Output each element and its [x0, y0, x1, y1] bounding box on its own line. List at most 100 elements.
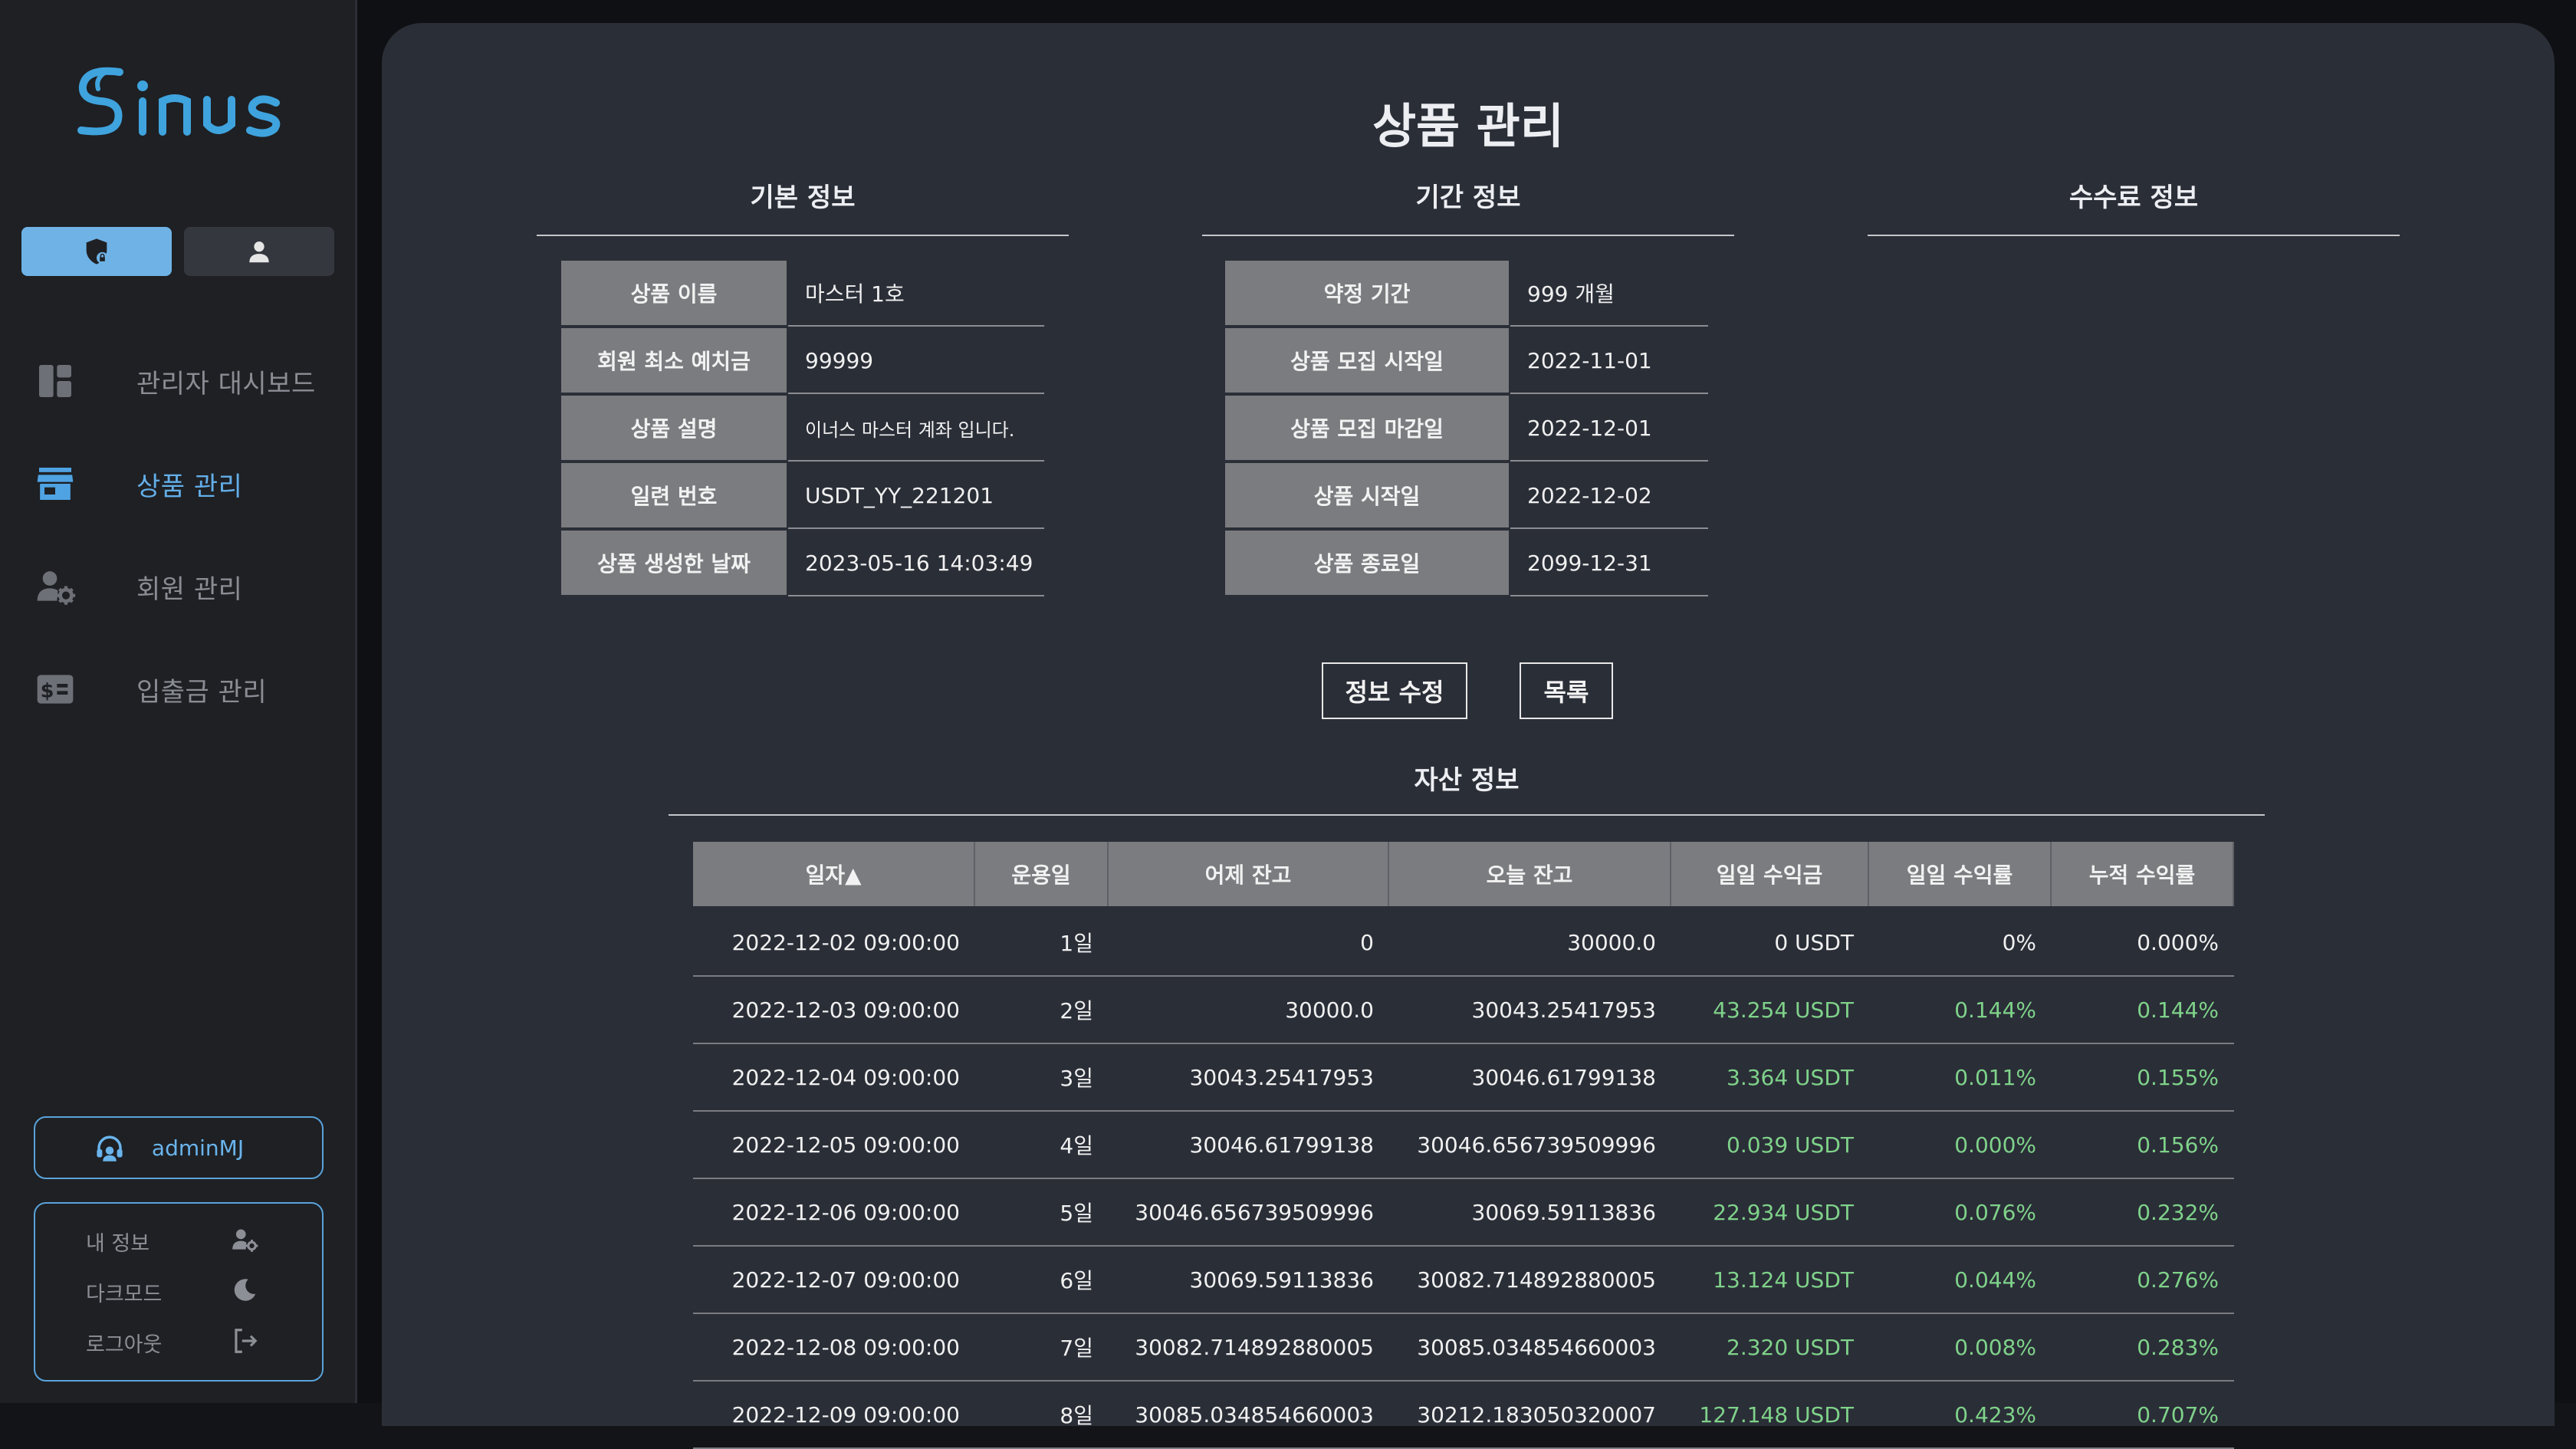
kv-value: 2099-12-31	[1510, 531, 1708, 596]
table-cell: 2.320 USDT	[1727, 1334, 1854, 1360]
table-cell: 30046.61799138	[1471, 1064, 1657, 1090]
menu-label-dark-mode: 다크모드	[86, 1283, 163, 1306]
kv-key: 회원 최소 예치금	[561, 328, 787, 393]
table-cell: 2022-12-02 09:00:00	[731, 929, 960, 955]
column-header[interactable]: 일일 수익금	[1671, 842, 1869, 906]
column-header[interactable]: 어제 잔고	[1109, 842, 1389, 906]
table-cell: 30043.25417953	[1471, 997, 1657, 1023]
table-cell: 2022-12-06 09:00:00	[731, 1199, 960, 1225]
nav-item-dashboard[interactable]: 관리자 대시보드	[0, 330, 357, 432]
kv-key: 일련 번호	[561, 463, 787, 527]
section-divider	[1868, 235, 2400, 236]
table-cell: 0.144%	[2137, 997, 2219, 1023]
admin-role-tab[interactable]	[21, 227, 172, 276]
table-cell: 2022-12-05 09:00:00	[731, 1132, 960, 1158]
table-cell: 3일	[1060, 1066, 1093, 1091]
menu-logout[interactable]: 로그아웃	[35, 1316, 322, 1366]
table-cell: 43.254 USDT	[1713, 997, 1854, 1023]
kv-key: 상품 모집 마감일	[1225, 396, 1509, 460]
table-cell: 1일	[1060, 931, 1093, 956]
kv-value: 2022-12-01	[1510, 396, 1708, 462]
user-profile-box[interactable]: adminMJ	[34, 1116, 324, 1179]
logout-icon	[235, 1329, 258, 1353]
table-cell: 30212.183050320007	[1417, 1401, 1656, 1428]
table-cell: 0.276%	[2137, 1267, 2219, 1293]
table-cell: 3.364 USDT	[1727, 1064, 1854, 1090]
column-header[interactable]: 운용일	[975, 842, 1109, 906]
shield-lock-icon	[86, 238, 108, 264]
menu-label-logout: 로그아웃	[86, 1333, 163, 1357]
table-cell: 0.000%	[1954, 1132, 2036, 1158]
page-title: 상품 관리	[1372, 98, 1564, 154]
table-cell: 4일	[1060, 1133, 1093, 1158]
person-icon	[249, 242, 269, 263]
section-divider	[669, 814, 2265, 816]
nav-item-members[interactable]: 회원 관리	[0, 535, 357, 638]
column-header[interactable]: 일일 수익률	[1869, 842, 2052, 906]
kv-key: 상품 이름	[561, 261, 787, 325]
table-cell: 2022-12-08 09:00:00	[731, 1334, 960, 1360]
table-row: 2022-12-09 09:00:00 8일 30085.034854660003 3…	[693, 1382, 2234, 1449]
table-cell: 0.155%	[2137, 1064, 2219, 1090]
app-window: 관리자 대시보드 상품 관리 회원 관리 $ 입출금 관리 adminMJ 내 …	[0, 0, 2576, 1449]
nav-item-product[interactable]: 상품 관리	[0, 432, 357, 535]
column-header[interactable]: 일자▲	[693, 842, 975, 906]
section-title-basic: 기본 정보	[750, 182, 856, 213]
table-cell: 30082.714892880005	[1417, 1267, 1656, 1293]
user-role-tab[interactable]	[184, 227, 334, 276]
table-cell: 0.423%	[1954, 1401, 2036, 1428]
table-cell: 2022-12-09 09:00:00	[731, 1401, 960, 1428]
kv-key: 약정 기간	[1225, 261, 1509, 325]
username: adminMJ	[151, 1135, 245, 1161]
table-cell: 30046.656739509996	[1135, 1199, 1374, 1225]
sidebar: 관리자 대시보드 상품 관리 회원 관리 $ 입출금 관리 adminMJ 내 …	[0, 0, 357, 1403]
edit-info-button[interactable]: 정보 수정	[1322, 662, 1467, 719]
table-row: 2022-12-06 09:00:00 5일 30046.656739509996 3…	[693, 1179, 2234, 1247]
table-cell: 0.008%	[1954, 1334, 2036, 1360]
sidebar-nav: 관리자 대시보드 상품 관리 회원 관리 $ 입출금 관리	[0, 330, 357, 741]
table-cell: 0.283%	[2137, 1334, 2219, 1360]
table-cell: 6일	[1060, 1268, 1093, 1293]
nav-item-deposit-withdraw[interactable]: $ 입출금 관리	[0, 638, 357, 741]
kv-value: 99999	[788, 328, 1044, 394]
user-menu: 내 정보 다크모드 로그아웃	[34, 1202, 324, 1382]
nav-label-dashboard: 관리자 대시보드	[136, 368, 316, 399]
moon-icon	[234, 1279, 256, 1301]
table-cell: 30069.59113836	[1471, 1199, 1657, 1225]
menu-label-my-info: 내 정보	[86, 1232, 150, 1256]
user-gear-icon	[232, 1229, 258, 1252]
table-cell: 8일	[1060, 1403, 1093, 1428]
table-cell: 30046.656739509996	[1417, 1132, 1656, 1158]
kv-key: 상품 모집 시작일	[1225, 328, 1509, 393]
table-cell: 2022-12-07 09:00:00	[731, 1267, 960, 1293]
kv-value: 이너스 마스터 계좌 입니다.	[788, 396, 1044, 462]
kv-value: USDT_YY_221201	[788, 463, 1044, 529]
section-divider	[1202, 235, 1734, 236]
table-cell: 0.076%	[1954, 1199, 2036, 1225]
menu-my-info[interactable]: 내 정보	[35, 1214, 322, 1265]
table-cell: 0.232%	[2137, 1199, 2219, 1225]
table-cell: 30043.25417953	[1189, 1064, 1375, 1090]
column-header[interactable]: 누적 수익률	[2052, 842, 2234, 906]
menu-dark-mode[interactable]: 다크모드	[35, 1265, 322, 1316]
asset-table-header: 일자▲ 운용일 어제 잔고 오늘 잔고 일일 수익금 일일 수익률 누적 수익률	[693, 842, 2234, 906]
column-header[interactable]: 오늘 잔고	[1389, 842, 1671, 906]
table-cell: 0.044%	[1954, 1267, 2036, 1293]
store-icon	[37, 468, 74, 500]
section-divider	[537, 235, 1069, 236]
svg-text:$: $	[41, 680, 54, 703]
table-cell: 127.148 USDT	[1699, 1401, 1854, 1428]
kv-value: 2022-12-02	[1510, 463, 1708, 529]
table-cell: 0.156%	[2137, 1132, 2219, 1158]
kv-key: 상품 생성한 날짜	[561, 531, 787, 595]
kv-value: 2022-11-01	[1510, 328, 1708, 394]
table-cell: 30082.714892880005	[1135, 1334, 1374, 1360]
table-row: 2022-12-07 09:00:00 6일 30069.59113836 30082…	[693, 1247, 2234, 1314]
dashboard-icon	[39, 365, 71, 397]
nav-label-members: 회원 관리	[136, 573, 243, 605]
list-button[interactable]: 목록	[1520, 662, 1613, 719]
nav-label-product: 상품 관리	[136, 471, 243, 502]
table-cell: 22.934 USDT	[1713, 1199, 1854, 1225]
kv-value: 마스터 1호	[788, 261, 1044, 327]
sinus-logo[interactable]	[72, 63, 287, 140]
